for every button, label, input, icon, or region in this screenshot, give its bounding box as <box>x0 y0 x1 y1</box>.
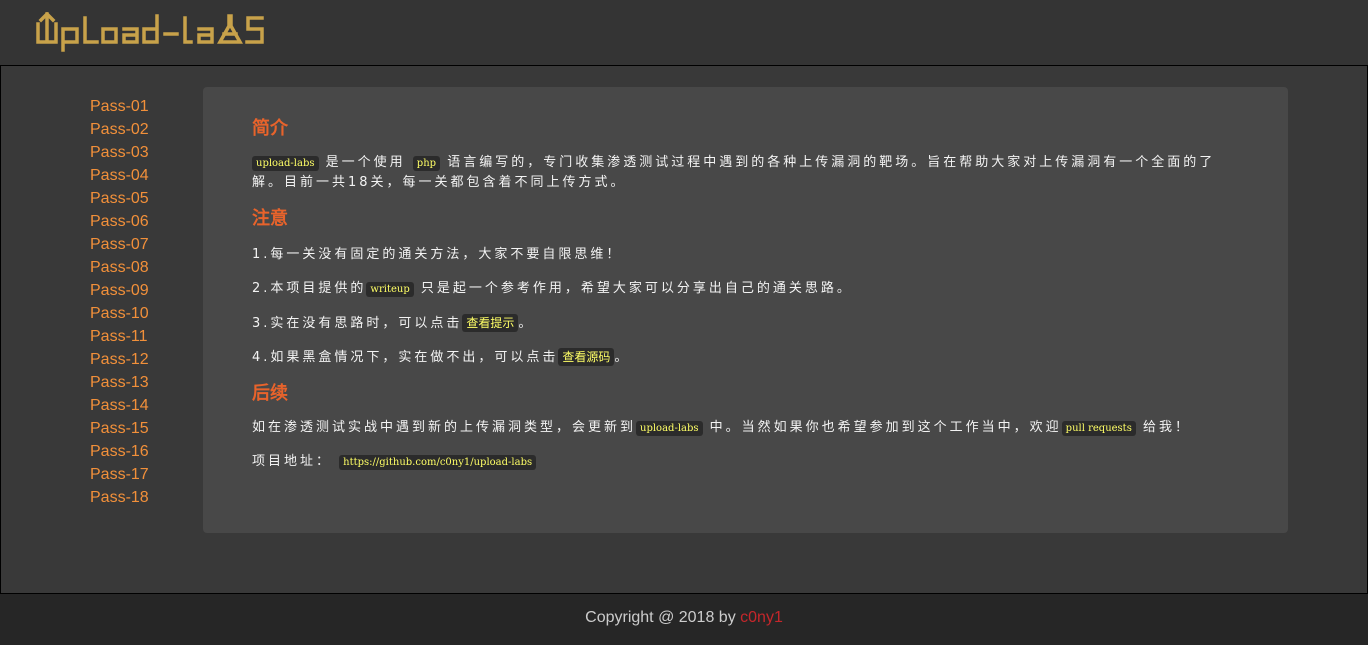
view-source-link[interactable]: 查看源码 <box>558 348 615 366</box>
copyright-text: Copyright @ 2018 by <box>585 609 741 626</box>
upload-labs-logo[interactable] <box>36 12 266 52</box>
notice-item-4: 4.如果黑盒情况下，实在做不出，可以点击 查看源码。 <box>252 348 631 366</box>
code-pull-requests: pull requests <box>1061 421 1136 436</box>
pass-link[interactable]: Pass-05 <box>90 190 149 207</box>
main-area: Pass-01 Pass-02 Pass-03 Pass-04 Pass-05 Pass-… <box>0 65 1368 594</box>
code-php: php <box>412 156 441 171</box>
section-title-notice: 注意 <box>252 208 288 229</box>
pass-link[interactable]: Pass-14 <box>90 397 149 414</box>
sidebar-item-pass-11: Pass-11 <box>90 324 190 347</box>
pass-link[interactable]: Pass-08 <box>90 259 149 276</box>
followup-paragraph: 如在渗透测试实战中遇到新的上传漏洞类型，会更新到 upload-labs 中。当然… <box>252 420 1191 436</box>
view-hint-link[interactable]: 查看提示 <box>462 314 519 332</box>
sidebar-item-pass-08: Pass-08 <box>90 255 190 278</box>
sidebar-item-pass-02: Pass-02 <box>90 117 190 140</box>
pass-link[interactable]: Pass-13 <box>90 374 149 391</box>
pass-link[interactable]: Pass-10 <box>90 305 149 322</box>
notice-item-3: 3.实在没有思路时，可以点击 查看提示。 <box>252 314 535 332</box>
header <box>0 0 1368 65</box>
pass-link[interactable]: Pass-12 <box>90 351 149 368</box>
pass-link[interactable]: Pass-07 <box>90 236 149 253</box>
code-writeup: writeup <box>366 282 414 297</box>
sidebar-item-pass-03: Pass-03 <box>90 140 190 163</box>
sidebar-item-pass-01: Pass-01 <box>90 94 190 117</box>
sidebar-item-pass-14: Pass-14 <box>90 393 190 416</box>
sidebar-item-pass-09: Pass-09 <box>90 278 190 301</box>
sidebar-item-pass-15: Pass-15 <box>90 416 190 439</box>
intro-paragraph: upload-labs 是一个使用 php 语言编写的，专门收集渗透测试过程中遇… <box>252 155 1216 190</box>
sidebar-item-pass-06: Pass-06 <box>90 209 190 232</box>
pass-link[interactable]: Pass-16 <box>90 443 149 460</box>
notice-item-2: 2.本项目提供的 writeup 只是起一个参考作用，希望大家可以分享出自己的通关… <box>252 281 853 297</box>
sidebar-item-pass-16: Pass-16 <box>90 439 190 462</box>
pass-link[interactable]: Pass-17 <box>90 466 149 483</box>
section-title-intro: 简介 <box>252 118 288 139</box>
pass-link[interactable]: Pass-02 <box>90 121 149 138</box>
section-title-followup: 后续 <box>252 383 288 404</box>
pass-link[interactable]: Pass-03 <box>90 144 149 161</box>
project-url-link[interactable]: https://github.com/c0ny1/upload-labs <box>339 455 537 470</box>
sidebar-item-pass-17: Pass-17 <box>90 462 190 485</box>
notice-item-1: 1.每一关没有固定的通关方法，大家不要自限思维！ <box>252 247 623 262</box>
sidebar-item-pass-18: Pass-18 <box>90 485 190 508</box>
footer: Copyright @ 2018 by c0ny1 <box>0 594 1368 645</box>
code-upload-labs: upload-labs <box>252 156 319 171</box>
content-panel: 简介 upload-labs 是一个使用 php 语言编写的，专门收集渗透测试过… <box>203 87 1288 533</box>
sidebar-item-pass-10: Pass-10 <box>90 301 190 324</box>
pass-link[interactable]: Pass-18 <box>90 489 149 506</box>
sidebar-item-pass-12: Pass-12 <box>90 347 190 370</box>
pass-link[interactable]: Pass-15 <box>90 420 149 437</box>
author-link[interactable]: c0ny1 <box>740 609 783 626</box>
project-address: 项目地址： https://github.com/c0ny1/upload-la… <box>252 452 1242 472</box>
pass-link[interactable]: Pass-01 <box>90 98 149 115</box>
sidebar-item-pass-13: Pass-13 <box>90 370 190 393</box>
code-upload-labs-2: upload-labs <box>636 421 703 436</box>
pass-menu: Pass-01 Pass-02 Pass-03 Pass-04 Pass-05 Pass-… <box>90 94 190 508</box>
pass-link[interactable]: Pass-11 <box>90 328 148 345</box>
sidebar-item-pass-07: Pass-07 <box>90 232 190 255</box>
pass-link[interactable]: Pass-04 <box>90 167 149 184</box>
sidebar-item-pass-05: Pass-05 <box>90 186 190 209</box>
sidebar-item-pass-04: Pass-04 <box>90 163 190 186</box>
pass-link[interactable]: Pass-06 <box>90 213 149 230</box>
pass-link[interactable]: Pass-09 <box>90 282 149 299</box>
